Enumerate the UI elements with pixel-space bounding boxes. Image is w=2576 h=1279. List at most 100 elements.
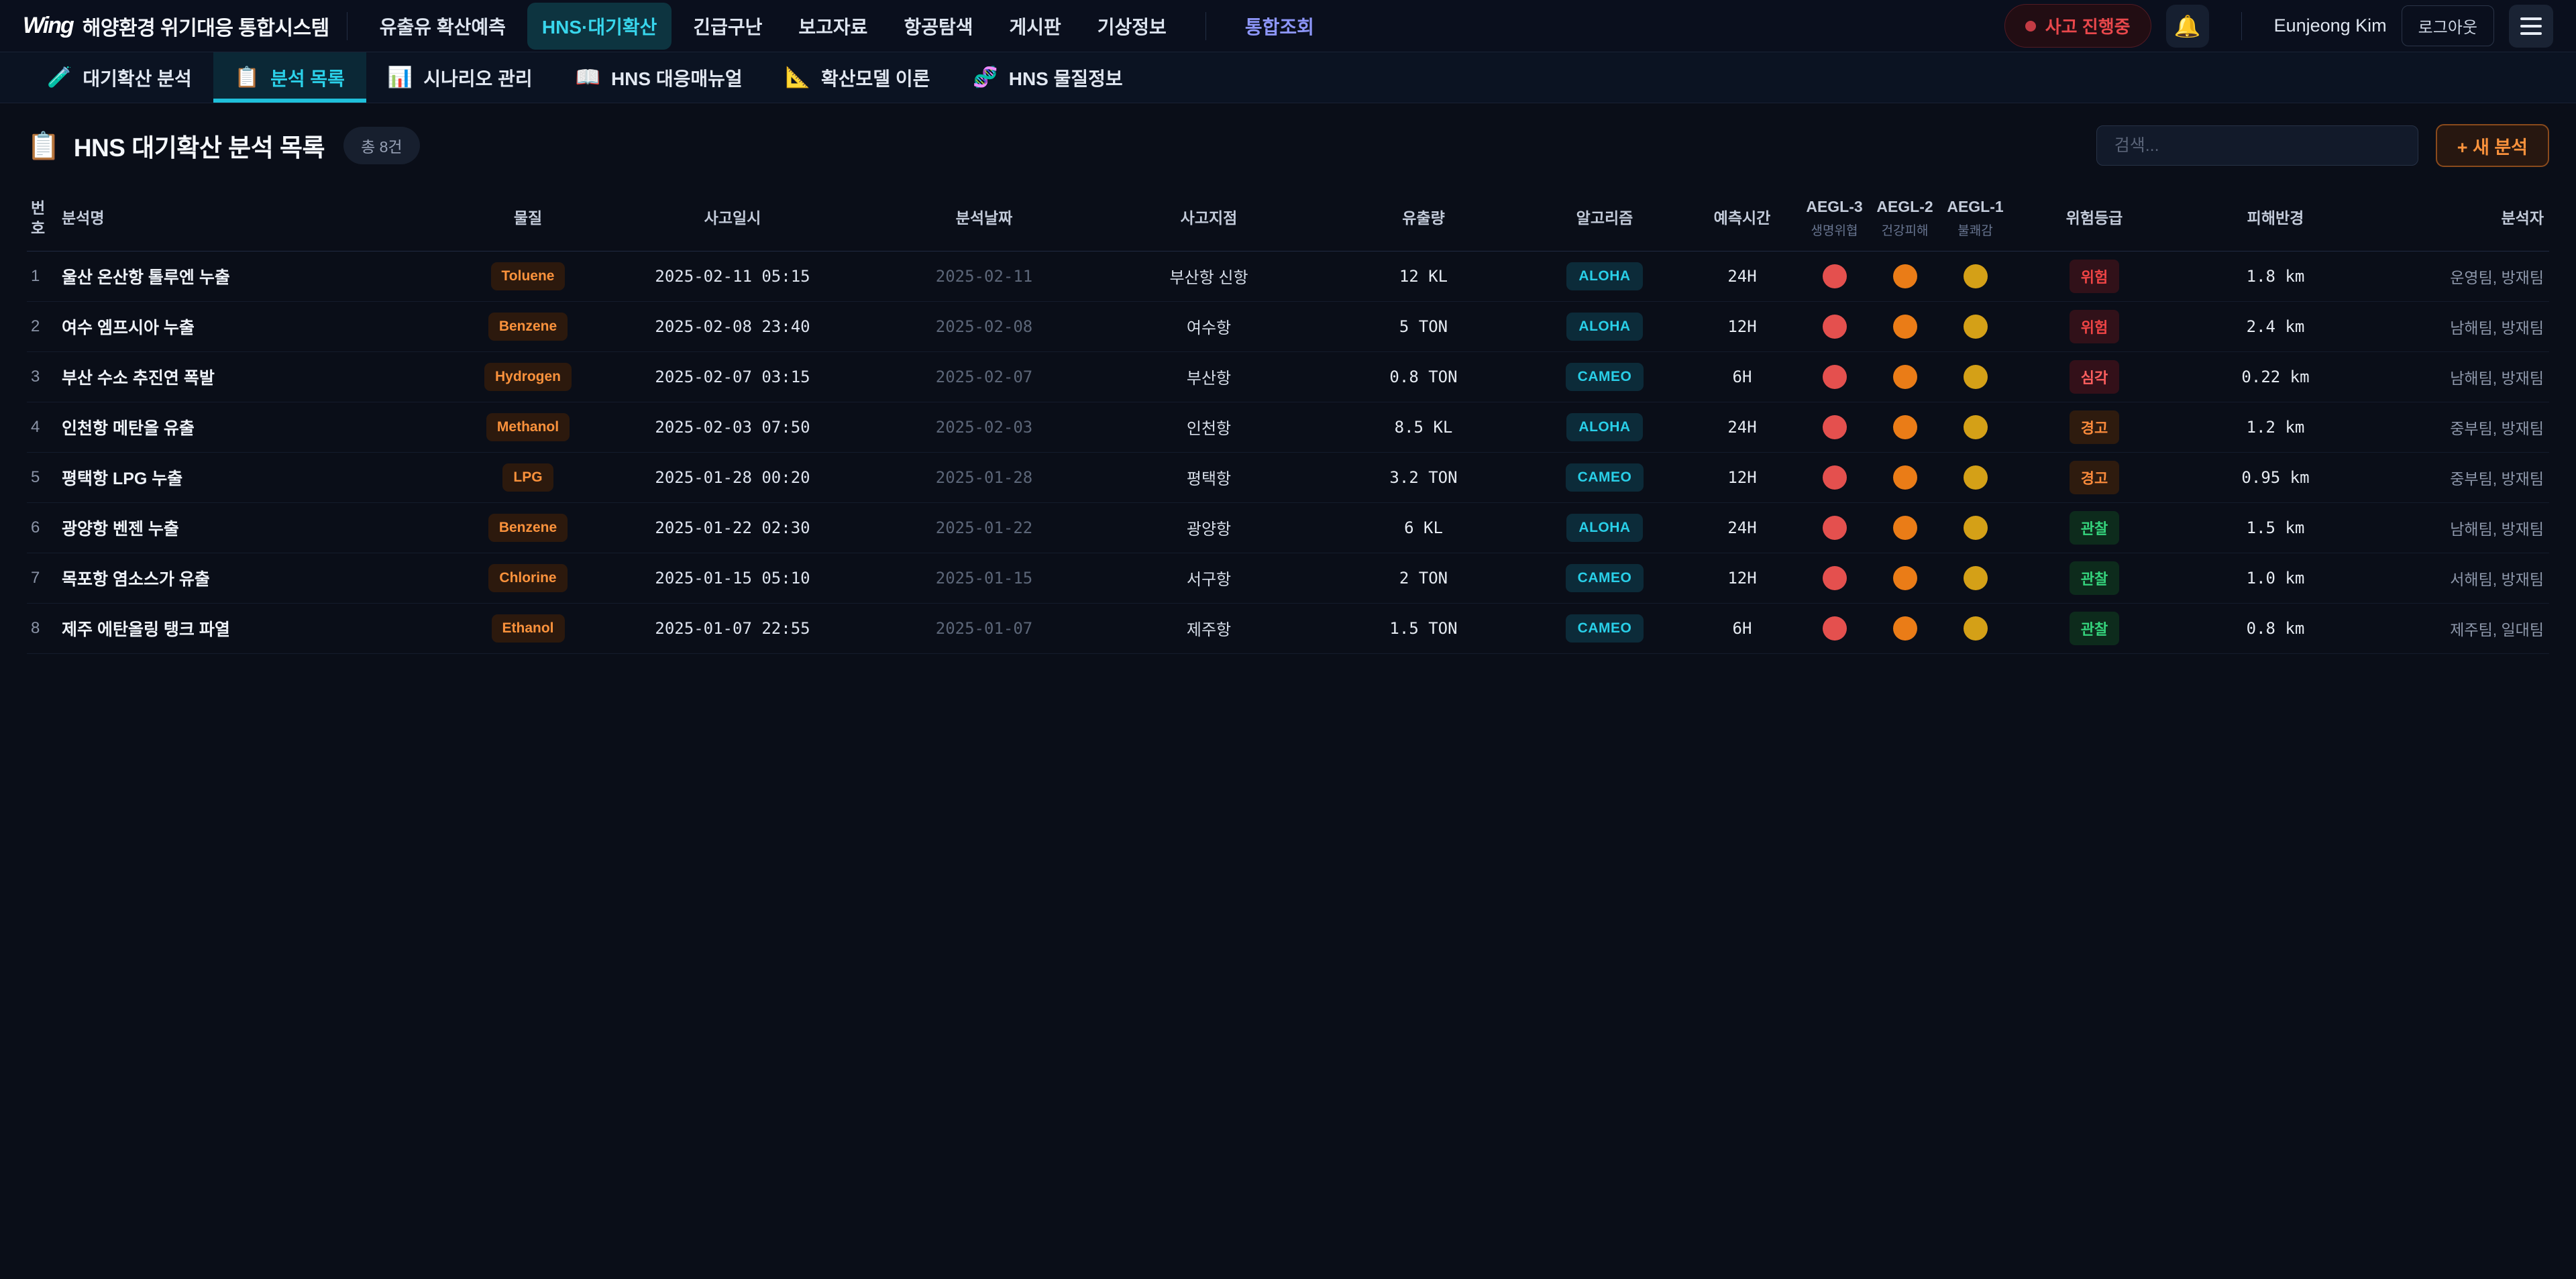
title-row: 📋 HNS 대기확산 분석 목록 총 8건 + 새 분석	[27, 123, 2549, 168]
column-header-radius: 피해반경	[2178, 209, 2373, 229]
tab-analysis-list[interactable]: 📋분석 목록	[213, 52, 366, 103]
total-count-badge: 총 8건	[343, 127, 420, 164]
aegl3-dot	[1823, 315, 1847, 339]
cell-analyst: 운영팀, 방재팀	[2373, 265, 2549, 288]
hamburger-menu-button[interactable]	[2509, 5, 2553, 48]
column-header-substance: 물질	[464, 209, 592, 229]
cell-analyst: 서해팀, 방재팀	[2373, 567, 2549, 590]
cell-aegl1	[1940, 415, 2010, 439]
cell-aegl3	[1799, 516, 1870, 540]
cell-spill-amount: 8.5 KL	[1323, 418, 1524, 437]
cell-risk-grade: 관찰	[2010, 612, 2178, 645]
cell-aegl3	[1799, 264, 1870, 288]
cell-no: 6	[27, 518, 62, 537]
cell-analysis-name: 부산 수소 추진연 폭발	[62, 365, 464, 389]
nav-item-oil-spill-forecast[interactable]: 유출유 확산예측	[365, 3, 521, 50]
cell-analysis-date: 2025-02-07	[873, 368, 1095, 386]
nav-item-aerial-search[interactable]: 항공탐색	[889, 3, 987, 50]
nav-item-hns-atmospheric-diffusion[interactable]: HNS·대기확산	[527, 3, 672, 50]
cell-analysis-date: 2025-02-11	[873, 267, 1095, 286]
cell-forecast-time: 6H	[1685, 368, 1799, 386]
cell-incident-datetime: 2025-01-22 02:30	[592, 518, 873, 537]
cell-analyst: 남해팀, 방재팀	[2373, 366, 2549, 388]
tab-hns-response-manual[interactable]: 📖HNS 대응매뉴얼	[554, 52, 764, 103]
cell-analysis-date: 2025-02-08	[873, 317, 1095, 336]
cell-damage-radius: 1.5 km	[2178, 518, 2373, 537]
tab-diffusion-analysis[interactable]: 🧪대기확산 분석	[25, 52, 213, 103]
cell-analyst: 중부팀, 방재팀	[2373, 416, 2549, 439]
cell-incident-datetime: 2025-02-03 07:50	[592, 418, 873, 437]
bell-icon: 🔔	[2174, 13, 2201, 39]
cell-aegl1	[1940, 566, 2010, 590]
tab-label-diffusion-analysis: 대기확산 분석	[83, 64, 191, 91]
nav-item-reports[interactable]: 보고자료	[784, 3, 882, 50]
cell-no: 1	[27, 267, 62, 286]
nav-item-integrated-search[interactable]: 통합조회	[1230, 3, 1329, 50]
table-row[interactable]: 3부산 수소 추진연 폭발Hydrogen2025-02-07 03:15202…	[27, 352, 2549, 402]
topbar-right: 사고 진행중 🔔 Eunjeong Kim 로그아웃	[2004, 4, 2553, 48]
table-row[interactable]: 4인천항 메탄올 유출Methanol2025-02-03 07:502025-…	[27, 402, 2549, 453]
column-header-datetime: 사고일시	[592, 209, 873, 229]
table-row[interactable]: 5평택항 LPG 누출LPG2025-01-28 00:202025-01-28…	[27, 453, 2549, 503]
aegl1-dot	[1964, 516, 1988, 540]
table-row[interactable]: 2여수 엠프시아 누출Benzene2025-02-08 23:402025-0…	[27, 302, 2549, 352]
column-header-aegl3: AEGL-3생명위협	[1799, 197, 1870, 240]
cell-no: 4	[27, 418, 62, 437]
substance-badge: Hydrogen	[484, 363, 572, 391]
aegl2-dot	[1893, 516, 1917, 540]
cell-aegl2	[1870, 516, 1940, 540]
cell-aegl1	[1940, 616, 2010, 641]
cell-incident-datetime: 2025-01-15 05:10	[592, 569, 873, 588]
cell-substance: Chlorine	[464, 564, 592, 592]
cell-damage-radius: 0.8 km	[2178, 619, 2373, 638]
column-header-label-name: 분석명	[62, 209, 104, 227]
tab-diffusion-model-theory[interactable]: 📐확산모델 이론	[764, 52, 952, 103]
user-divider	[2241, 12, 2242, 40]
algorithm-badge: ALOHA	[1566, 313, 1642, 341]
sub-tabbar: 🧪대기확산 분석📋분석 목록📊시나리오 관리📖HNS 대응매뉴얼📐확산모델 이론…	[0, 52, 2576, 103]
aegl1-dot	[1964, 264, 1988, 288]
cell-algorithm: CAMEO	[1524, 463, 1685, 492]
search-input[interactable]	[2096, 125, 2418, 166]
column-header-sub-aegl1: 불쾌감	[1940, 223, 2010, 240]
risk-grade-badge: 심각	[2070, 360, 2119, 394]
cell-no: 7	[27, 569, 62, 588]
nav-item-board[interactable]: 게시판	[995, 3, 1076, 50]
cell-damage-radius: 0.95 km	[2178, 468, 2373, 487]
cell-spill-amount: 5 TON	[1323, 317, 1524, 336]
cell-damage-radius: 1.2 km	[2178, 418, 2373, 437]
cell-incident-location: 광양항	[1095, 516, 1323, 539]
tab-label-hns-substance-info: HNS 물질정보	[1009, 64, 1123, 91]
column-header-label-datetime: 사고일시	[704, 209, 761, 227]
aegl1-dot	[1964, 365, 1988, 389]
page-content: 📋 HNS 대기확산 분석 목록 총 8건 + 새 분석 번호분석명물질사고일시…	[0, 123, 2576, 654]
cell-incident-location: 인천항	[1095, 415, 1323, 439]
new-analysis-button[interactable]: + 새 분석	[2436, 124, 2549, 167]
cell-analysis-date: 2025-01-22	[873, 518, 1095, 537]
aegl3-dot	[1823, 516, 1847, 540]
cell-no: 3	[27, 368, 62, 386]
cell-analyst: 중부팀, 방재팀	[2373, 466, 2549, 489]
nav-item-weather-info[interactable]: 기상정보	[1083, 3, 1181, 50]
algorithm-badge: ALOHA	[1566, 262, 1642, 290]
cell-spill-amount: 12 KL	[1323, 267, 1524, 286]
column-header-name: 분석명	[62, 209, 464, 229]
tab-hns-substance-info[interactable]: 🧬HNS 물질정보	[951, 52, 1144, 103]
user-name: Eunjeong Kim	[2274, 15, 2387, 36]
cell-algorithm: ALOHA	[1524, 262, 1685, 290]
table-row[interactable]: 6광양항 벤젠 누출Benzene2025-01-22 02:302025-01…	[27, 503, 2549, 553]
notifications-button[interactable]: 🔔	[2166, 5, 2209, 48]
cell-algorithm: ALOHA	[1524, 413, 1685, 441]
cell-analysis-name: 여수 엠프시아 누출	[62, 315, 464, 339]
logout-button[interactable]: 로그아웃	[2402, 5, 2494, 46]
cell-aegl2	[1870, 415, 1940, 439]
tab-scenario-management[interactable]: 📊시나리오 관리	[366, 52, 554, 103]
cell-aegl2	[1870, 566, 1940, 590]
table-row[interactable]: 1울산 온산항 톨루엔 누출Toluene2025-02-11 05:15202…	[27, 252, 2549, 302]
table-row[interactable]: 8제주 에탄올링 탱크 파열Ethanol2025-01-07 22:55202…	[27, 604, 2549, 654]
table-row[interactable]: 7목포항 염소스가 유출Chlorine2025-01-15 05:102025…	[27, 553, 2549, 604]
nav-item-emergency-rescue[interactable]: 긴급구난	[678, 3, 777, 50]
column-header-label-aegl2: AEGL-2	[1876, 198, 1933, 215]
cell-no: 5	[27, 468, 62, 487]
hamburger-icon	[2520, 17, 2542, 20]
